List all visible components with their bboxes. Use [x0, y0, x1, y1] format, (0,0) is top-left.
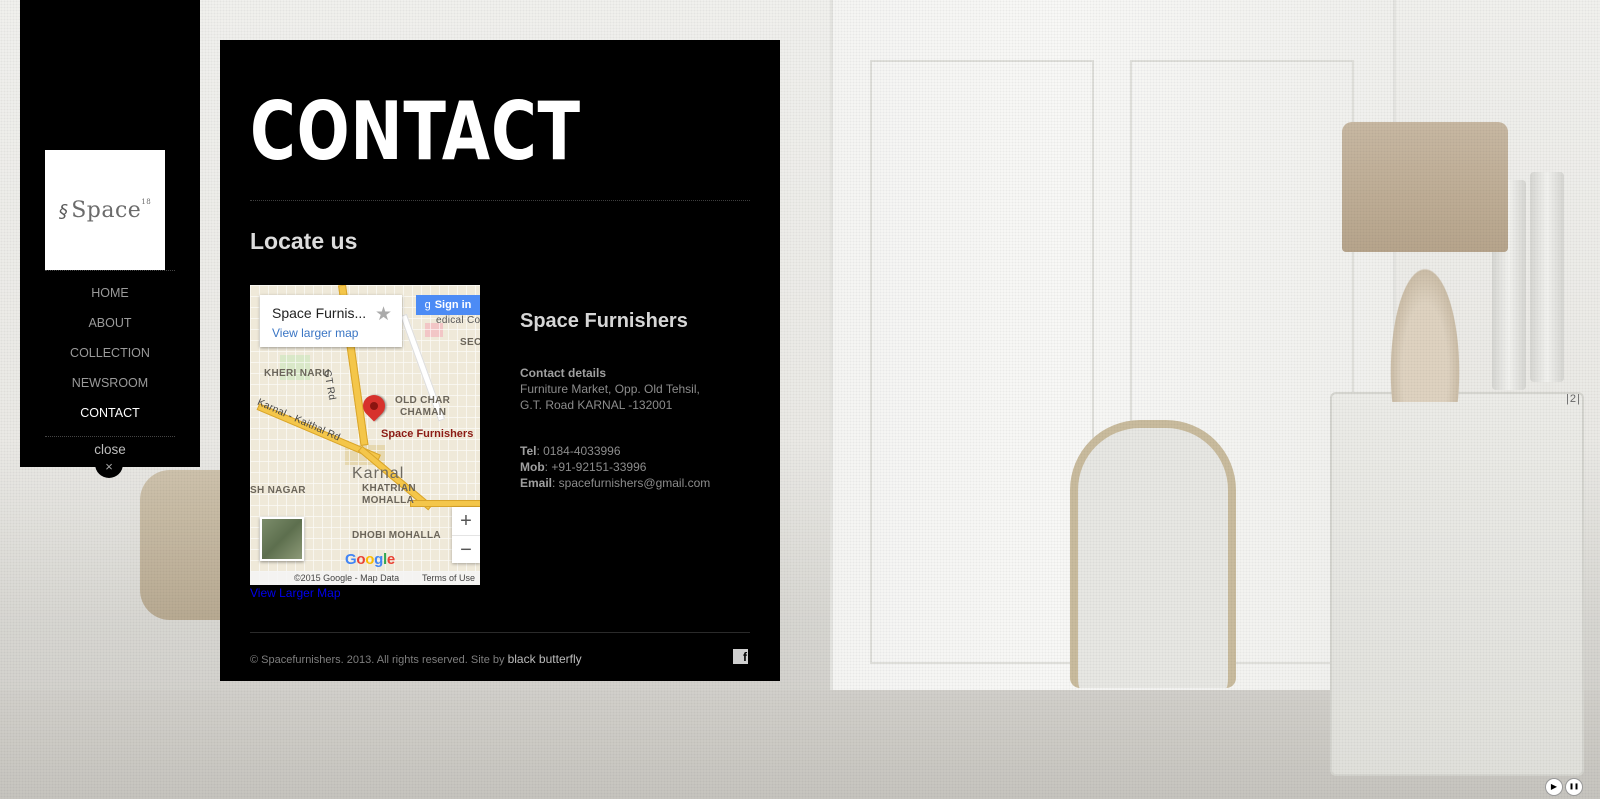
view-larger-map-link-bottom[interactable]: View Larger Map	[250, 586, 341, 600]
play-icon[interactable]: ▶	[1546, 779, 1562, 795]
map-label: KHERI NARU	[264, 368, 330, 379]
google-g-icon: g	[424, 299, 431, 311]
tel-value: : 0184-4033996	[536, 444, 621, 458]
nav-item-collection[interactable]: COLLECTION	[20, 343, 200, 373]
sidebar: § Space18 HOME ABOUT COLLECTION NEWSROOM …	[20, 0, 200, 467]
email-label: Email	[520, 476, 553, 490]
map-label: edical College	[436, 315, 480, 326]
map-place-card: Space Furnis... ★ View larger map	[260, 295, 402, 347]
close-menu-link[interactable]: close	[20, 442, 200, 457]
tel-label: Tel	[520, 444, 537, 458]
contact-details-label: Contact details	[520, 366, 607, 380]
pause-icon[interactable]: ❚❚	[1566, 779, 1582, 795]
map-attribution: ©2015 Google - Map Data Terms of Use	[250, 571, 480, 585]
mob-label: Mob	[520, 460, 545, 474]
mobile-line: Mob: +91-92151-33996	[520, 459, 760, 475]
address-line: G.T. Road KARNAL -132001	[520, 398, 673, 412]
map-road	[410, 500, 480, 507]
page-title: CONTACT	[250, 85, 581, 178]
logo-text: Space	[71, 197, 142, 223]
logo-sup: 18	[141, 197, 152, 206]
logo-icon: §	[58, 200, 69, 222]
map-label: MOHALLA	[362, 495, 415, 506]
facebook-icon[interactable]: f	[733, 649, 748, 664]
sidebar-divider	[45, 270, 175, 271]
map-place-name: Space Furnis...	[272, 305, 367, 321]
footer: © Spacefurnishers. 2013. All rights rese…	[250, 652, 582, 666]
slide-counter: |2|	[1566, 393, 1581, 405]
mob-value: : +91-92151-33996	[544, 460, 647, 474]
map-sign-in-button[interactable]: g Sign in	[416, 295, 480, 315]
footer-divider	[250, 632, 750, 633]
nav-item-contact[interactable]: CONTACT	[20, 403, 200, 433]
map-pin-label: Space Furnishers	[381, 428, 474, 440]
company-name: Space Furnishers	[520, 310, 688, 332]
zoom-in-icon[interactable]: +	[452, 507, 480, 536]
zoom-out-icon[interactable]: −	[452, 536, 480, 564]
nav-item-home[interactable]: HOME	[20, 283, 200, 313]
star-icon[interactable]: ★	[375, 303, 392, 326]
main-nav: HOME ABOUT COLLECTION NEWSROOM CONTACT	[20, 283, 200, 433]
footer-copyright: © Spacefurnishers. 2013. All rights rese…	[250, 654, 508, 666]
map-label: KHATRIAN	[362, 483, 416, 494]
map-label: Karnal	[352, 465, 405, 482]
map-zoom-controls: + −	[452, 507, 480, 563]
google-map[interactable]: edical College SEC KHERI NARU GT Rd OLD …	[250, 285, 480, 585]
map-copyright: ©2015 Google - Map Data	[294, 573, 400, 583]
map-label: SEC	[460, 337, 480, 348]
nav-item-about[interactable]: ABOUT	[20, 313, 200, 343]
map-label: DHOBI MOHALLA	[352, 530, 441, 541]
section-heading: Locate us	[250, 228, 358, 254]
footer-credit-link[interactable]: black butterfly	[508, 652, 582, 666]
map-sign-in-label: Sign in	[434, 299, 472, 311]
map-terms-link[interactable]: Terms of Use	[422, 571, 475, 585]
phone-line: Tel: 0184-4033996	[520, 443, 760, 459]
map-label: SH NAGAR	[250, 485, 306, 496]
map-label: OLD CHAR	[395, 395, 451, 406]
contact-details: Contact details Furniture Market, Opp. O…	[520, 365, 760, 491]
map-label: CHAMAN	[400, 407, 447, 418]
logo-mark: § Space18	[59, 198, 152, 223]
title-divider	[250, 200, 750, 201]
satellite-toggle[interactable]	[260, 517, 304, 561]
email-line: Email: spacefurnishers@gmail.com	[520, 475, 760, 491]
google-logo: Google	[345, 551, 395, 568]
nav-item-newsroom[interactable]: NEWSROOM	[20, 373, 200, 403]
sidebar-divider	[45, 436, 175, 437]
address-line: Furniture Market, Opp. Old Tehsil,	[520, 382, 700, 396]
view-larger-map-link[interactable]: View larger map	[272, 326, 358, 340]
email-value: : spacefurnishers@gmail.com	[552, 476, 711, 490]
logo[interactable]: § Space18	[45, 150, 165, 270]
contact-panel: CONTACT Locate us edical College SEC KHE…	[220, 40, 780, 681]
